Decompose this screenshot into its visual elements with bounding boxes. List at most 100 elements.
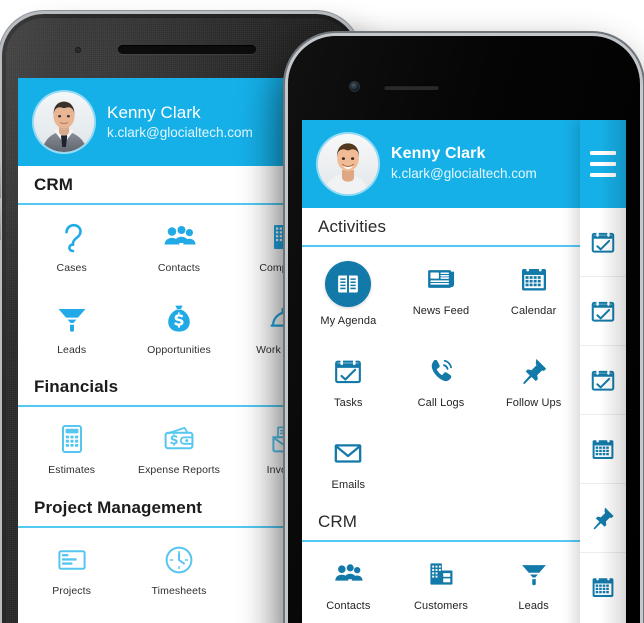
- list-item[interactable]: [580, 346, 626, 415]
- menu-item-label: Leads: [57, 343, 87, 356]
- section-header-activities: Activities: [302, 208, 580, 247]
- earpiece-speaker: [118, 45, 256, 54]
- menu-item-label: Projects: [52, 584, 92, 597]
- menu-item-label: Expense Reports: [137, 464, 221, 477]
- grid-spacer: [395, 421, 488, 503]
- profile-name: Kenny Clark: [107, 102, 201, 122]
- calendar-check-icon: [590, 229, 616, 255]
- front-app-screen: Kenny Clark k.clark@glocialtech.com Acti…: [302, 120, 626, 623]
- menu-item-label: Call Logs: [417, 397, 465, 410]
- profile-info: Kenny Clark k.clark@glocialtech.com: [391, 144, 537, 184]
- profile-info: Kenny Clark k.clark@glocialtech.com: [107, 102, 253, 143]
- menu-item-label: News Feed: [412, 305, 470, 317]
- menu-item-label: Contacts: [157, 262, 201, 274]
- calendar-check-icon: [330, 353, 366, 389]
- menu-item-customers[interactable]: Customers: [395, 542, 488, 623]
- menu-item-label: Estimates: [48, 464, 96, 477]
- menu-item-contacts[interactable]: Contacts: [125, 205, 232, 287]
- section-title: Financials: [34, 377, 119, 397]
- list-item[interactable]: [580, 553, 626, 621]
- menu-item-expense-reports[interactable]: Expense Reports: [125, 407, 232, 489]
- pushpin-icon: [590, 505, 616, 531]
- menu-item-label: Tasks: [334, 397, 363, 410]
- volume-down-button[interactable]: [0, 206, 1, 240]
- grid-activities: My Agenda News Feed Calendar Tasks Call …: [302, 247, 580, 504]
- front-phone-screen: Kenny Clark k.clark@glocialtech.com Acti…: [302, 120, 626, 623]
- wallet-icon: [161, 421, 197, 457]
- menu-item-estimates[interactable]: Estimates: [18, 407, 125, 489]
- menu-item-label: Leads: [518, 600, 549, 613]
- menu-item-my-agenda[interactable]: My Agenda: [302, 247, 395, 339]
- menu-item-leads[interactable]: Leads: [487, 542, 580, 623]
- calendar-grid-icon: [590, 436, 616, 462]
- calculator-icon: [54, 421, 90, 457]
- section-header-crm: CRM: [302, 503, 580, 543]
- agenda-book-icon: [325, 261, 372, 307]
- burger-line: [590, 151, 616, 155]
- phone-ringing-icon: [423, 353, 459, 389]
- avatar: [34, 92, 94, 152]
- calendar-check-icon: [590, 367, 616, 393]
- menu-item-opportunities[interactable]: Opportunities: [125, 287, 232, 369]
- front-phone-device: Kenny Clark k.clark@glocialtech.com Acti…: [288, 36, 640, 623]
- volume-up-button[interactable]: [0, 164, 1, 198]
- side-panel: [580, 120, 626, 623]
- project-board-icon: [54, 542, 90, 578]
- people-group-icon: [161, 219, 197, 255]
- menu-item-projects[interactable]: Projects: [18, 528, 125, 610]
- grid-spacer: [487, 421, 580, 503]
- hamburger-menu-icon[interactable]: [580, 120, 626, 208]
- money-bag-icon: [161, 301, 197, 337]
- menu-item-news-feed[interactable]: News Feed: [395, 247, 488, 339]
- section-title: CRM: [318, 512, 358, 532]
- menu-item-label: Cases: [56, 262, 87, 274]
- avatar: [318, 134, 378, 194]
- menu-item-cases[interactable]: Cases: [18, 205, 125, 287]
- burger-line: [590, 173, 616, 177]
- profile-name: Kenny Clark: [391, 145, 486, 163]
- menu-item-label: My Agenda: [320, 315, 377, 327]
- burger-line: [590, 162, 616, 166]
- menu-item-calendar[interactable]: Calendar: [487, 247, 580, 339]
- office-building-icon: [423, 556, 459, 592]
- people-group-icon: [330, 556, 366, 592]
- list-item[interactable]: [580, 484, 626, 553]
- list-item[interactable]: [580, 277, 626, 346]
- grid-crm: Contacts Customers Leads: [302, 542, 580, 623]
- menu-item-timesheets[interactable]: Timesheets: [125, 528, 232, 610]
- calendar-check-icon: [590, 298, 616, 324]
- front-profile-header[interactable]: Kenny Clark k.clark@glocialtech.com: [302, 120, 580, 208]
- menu-item-call-logs[interactable]: Call Logs: [395, 339, 488, 421]
- pushpin-icon: [516, 353, 552, 389]
- menu-item-label: Calendar: [510, 305, 557, 317]
- calendar-grid-icon: [590, 574, 616, 600]
- menu-item-label: Contacts: [326, 600, 371, 613]
- newspaper-icon: [423, 261, 459, 297]
- funnel-icon: [54, 301, 90, 337]
- calendar-grid-icon: [516, 261, 552, 297]
- profile-email: k.clark@glocialtech.com: [107, 124, 253, 140]
- menu-item-label: Opportunities: [147, 343, 211, 356]
- menu-item-emails[interactable]: Emails: [302, 421, 395, 503]
- menu-item-contacts[interactable]: Contacts: [302, 542, 395, 623]
- section-title: CRM: [34, 175, 74, 194]
- list-item[interactable]: [580, 415, 626, 484]
- menu-item-follow-ups[interactable]: Follow Ups: [487, 339, 580, 421]
- question-mark-icon: [54, 219, 90, 255]
- menu-item-label: Emails: [331, 479, 366, 492]
- section-title: Activities: [318, 217, 387, 236]
- funnel-icon: [516, 556, 552, 592]
- menu-item-leads[interactable]: Leads: [18, 287, 125, 369]
- front-main-column: Kenny Clark k.clark@glocialtech.com Acti…: [302, 120, 580, 623]
- menu-item-label: Customers: [413, 600, 469, 613]
- envelope-icon: [330, 435, 366, 471]
- list-item[interactable]: [580, 208, 626, 277]
- earpiece-speaker: [384, 85, 439, 90]
- side-panel-list: [580, 208, 626, 621]
- clock-icon: [161, 542, 197, 578]
- profile-email: k.clark@glocialtech.com: [391, 166, 537, 182]
- front-camera-icon: [350, 82, 359, 91]
- mockup-stage: Kenny Clark k.clark@glocialtech.com CRM …: [0, 0, 644, 623]
- menu-item-tasks[interactable]: Tasks: [302, 339, 395, 421]
- front-camera-icon: [75, 47, 81, 53]
